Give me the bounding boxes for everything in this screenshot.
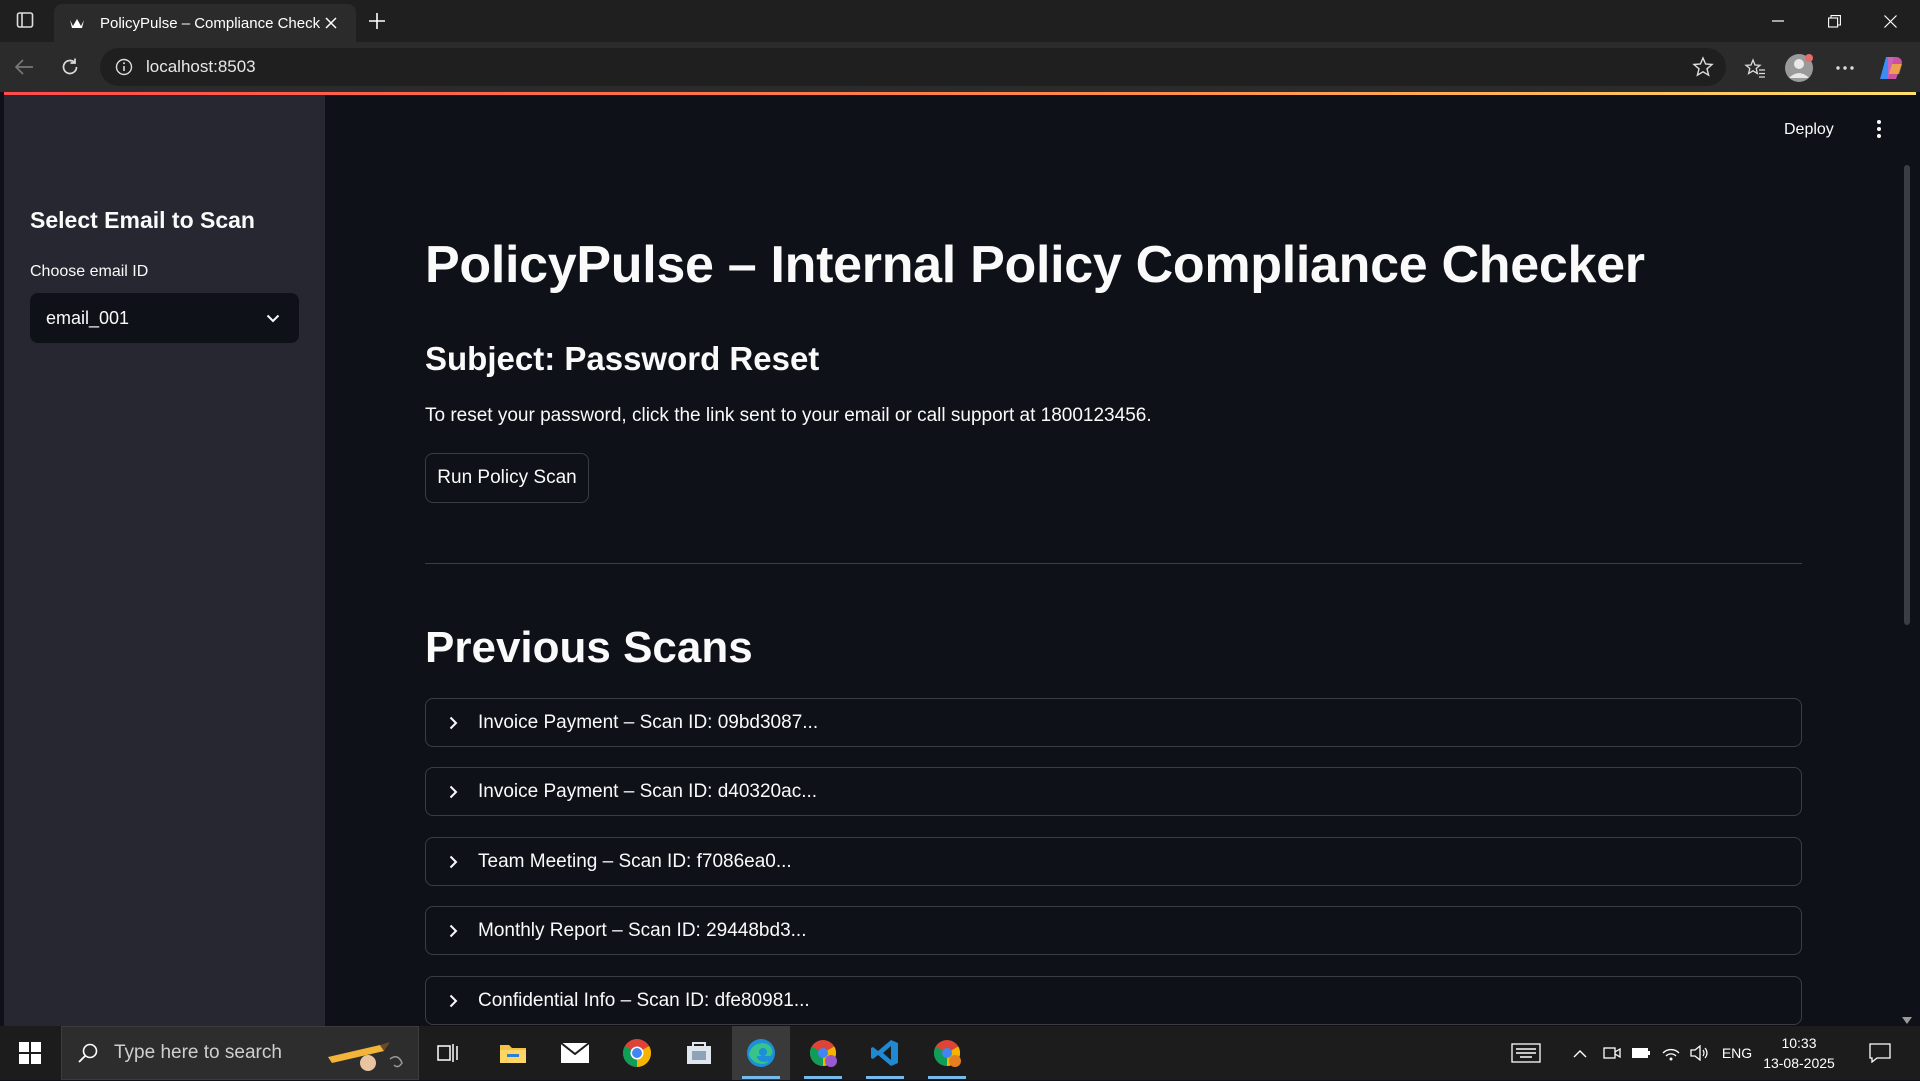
- sidebar-title: Select Email to Scan: [30, 207, 255, 233]
- chevron-down-icon[interactable]: [263, 308, 283, 328]
- scan-expander[interactable]: Confidential Info – Scan ID: dfe80981...: [425, 976, 1802, 1025]
- refresh-icon[interactable]: [54, 51, 86, 83]
- profile-avatar-icon[interactable]: [1782, 51, 1816, 85]
- active-app-indicator: [742, 1076, 780, 1079]
- site-info-icon[interactable]: [114, 57, 134, 77]
- chevron-right-icon: [444, 783, 462, 801]
- copilot-icon[interactable]: [1874, 51, 1908, 85]
- close-tab-icon[interactable]: [320, 12, 342, 34]
- taskbar: Type here to search ENG 10:33 13-08-2025: [0, 1026, 1920, 1080]
- streamlit-favicon-icon: [68, 14, 86, 32]
- chevron-right-icon: [444, 714, 462, 732]
- chevron-right-icon: [444, 922, 462, 940]
- taskbar-search-box[interactable]: Type here to search: [61, 1026, 419, 1080]
- more-options-icon[interactable]: [1828, 51, 1862, 85]
- windows-start-icon[interactable]: [0, 1026, 60, 1080]
- battery-icon[interactable]: [1628, 1026, 1654, 1080]
- wifi-icon[interactable]: [1658, 1026, 1684, 1080]
- meet-now-icon[interactable]: [1600, 1026, 1624, 1080]
- volume-icon[interactable]: [1686, 1026, 1712, 1080]
- url-text: localhost:8503: [146, 57, 256, 76]
- clock[interactable]: 10:33 13-08-2025: [1760, 1033, 1838, 1073]
- edge-icon[interactable]: [732, 1026, 790, 1080]
- clock-time: 10:33: [1781, 1035, 1817, 1051]
- run-policy-scan-button[interactable]: Run Policy Scan: [425, 453, 589, 503]
- vscode-icon[interactable]: [856, 1026, 914, 1080]
- scrollbar-thumb[interactable]: [1904, 165, 1910, 625]
- select-label: Choose email ID: [30, 263, 149, 280]
- search-icon: [76, 1041, 100, 1065]
- chrome-icon[interactable]: [608, 1026, 666, 1080]
- scan-expander-label: Confidential Info – Scan ID: dfe80981...: [478, 989, 810, 1011]
- scan-expander-label: Team Meeting – Scan ID: f7086ea0...: [478, 850, 792, 872]
- app-viewport: Select Email to Scan Choose email ID ema…: [4, 95, 1916, 1026]
- email-subject: Subject: Password Reset: [425, 340, 820, 377]
- clock-date: 13-08-2025: [1763, 1055, 1835, 1071]
- minimize-icon[interactable]: [1750, 0, 1806, 42]
- chrome-profile-2-icon[interactable]: [918, 1026, 976, 1080]
- scan-expander-label: Monthly Report – Scan ID: 29448bd3...: [478, 919, 807, 941]
- address-bar[interactable]: localhost:8503: [100, 48, 1726, 86]
- scan-expander[interactable]: Monthly Report – Scan ID: 29448bd3...: [425, 906, 1802, 955]
- store-app-icon[interactable]: [670, 1026, 728, 1080]
- back-arrow-icon[interactable]: [8, 51, 40, 83]
- scan-expander-label: Invoice Payment – Scan ID: d40320ac...: [478, 780, 818, 802]
- email-body: To reset your password, click the link s…: [425, 405, 1152, 426]
- browser-toolbar: localhost:8503: [0, 42, 1920, 92]
- scan-expander[interactable]: Invoice Payment – Scan ID: 09bd3087...: [425, 698, 1802, 747]
- running-app-indicator: [804, 1076, 842, 1079]
- previous-scans-heading: Previous Scans: [425, 623, 753, 672]
- scroll-down-icon[interactable]: [1902, 1012, 1912, 1024]
- tab-title: PolicyPulse – Compliance Checker: [100, 14, 320, 32]
- search-highlight-illustration-icon: [320, 1035, 410, 1081]
- page-title: PolicyPulse – Internal Policy Compliance…: [425, 236, 1645, 294]
- chevron-right-icon: [444, 853, 462, 871]
- search-placeholder: Type here to search: [114, 1042, 282, 1063]
- favorites-icon[interactable]: [1738, 51, 1772, 85]
- new-tab-icon[interactable]: [362, 6, 392, 36]
- chrome-profile-icon[interactable]: [794, 1026, 852, 1080]
- sidebar: Select Email to Scan Choose email ID ema…: [4, 95, 325, 1026]
- tab-actions-icon[interactable]: [6, 4, 44, 36]
- favorite-star-icon[interactable]: [1692, 56, 1714, 78]
- notifications-icon[interactable]: [1862, 1026, 1898, 1080]
- running-app-indicator: [866, 1076, 904, 1079]
- divider: [425, 563, 1802, 564]
- scan-expander[interactable]: Team Meeting – Scan ID: f7086ea0...: [425, 837, 1802, 886]
- scan-expander[interactable]: Invoice Payment – Scan ID: d40320ac...: [425, 767, 1802, 816]
- mail-icon[interactable]: [546, 1026, 604, 1080]
- running-app-indicator: [928, 1076, 966, 1079]
- main-menu-icon[interactable]: [1867, 115, 1891, 143]
- browser-tab-bar: PolicyPulse – Compliance Checker: [0, 0, 1920, 42]
- chevron-right-icon: [444, 992, 462, 1010]
- scan-expander-label: Invoice Payment – Scan ID: 09bd3087...: [478, 711, 819, 733]
- file-explorer-icon[interactable]: [484, 1026, 542, 1080]
- close-window-icon[interactable]: [1862, 0, 1918, 42]
- restore-icon[interactable]: [1806, 0, 1862, 42]
- language-indicator[interactable]: ENG: [1718, 1026, 1756, 1080]
- deploy-button[interactable]: Deploy: [1784, 121, 1834, 139]
- email-select[interactable]: email_001: [30, 293, 299, 343]
- task-view-icon[interactable]: [420, 1026, 478, 1080]
- browser-tab[interactable]: PolicyPulse – Compliance Checker: [54, 4, 356, 42]
- show-hidden-icons-chevron-up-icon[interactable]: [1568, 1026, 1592, 1080]
- keyboard-icon[interactable]: [1506, 1026, 1546, 1080]
- select-value: email_001: [46, 307, 130, 328]
